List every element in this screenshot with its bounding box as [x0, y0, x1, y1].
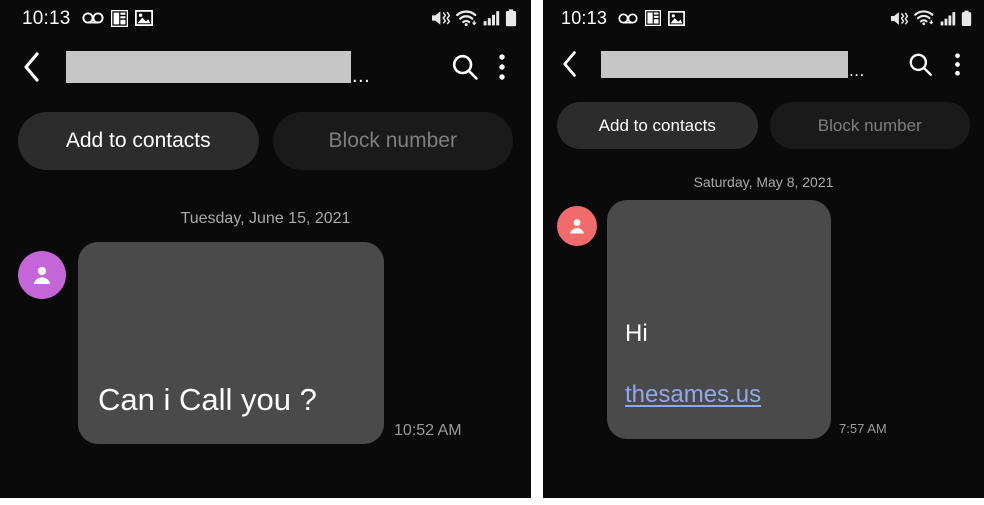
add-to-contacts-button[interactable]: Add to contacts: [18, 112, 259, 170]
office-app-icon: [645, 10, 662, 26]
phone-screenshot-left: 10:13 ... Add to contacts Block number T…: [0, 0, 531, 498]
block-number-button[interactable]: Block number: [272, 112, 513, 170]
redacted-title-bar: [66, 51, 351, 83]
overflow-menu-icon: [954, 52, 960, 76]
person-avatar-icon: [570, 219, 584, 234]
search-icon: [909, 53, 932, 76]
cellular-signal-icon: [940, 11, 956, 25]
search-button[interactable]: [898, 42, 942, 86]
status-system-icons: [889, 10, 972, 27]
message-link[interactable]: thesames.us: [625, 381, 813, 409]
office-app-icon: [110, 9, 128, 27]
status-clock: 10:13: [22, 7, 71, 29]
message-row: Hi thesames.us 7:57 AM: [557, 200, 970, 439]
message-timestamp: 10:52 AM: [394, 422, 462, 439]
redacted-title-bar: [601, 50, 848, 78]
battery-icon: [961, 10, 972, 26]
message-text: Hi: [625, 319, 648, 347]
person-avatar-icon: [33, 266, 51, 284]
cellular-signal-icon: [483, 11, 500, 26]
status-notification-icons: [618, 10, 685, 26]
battery-icon: [505, 9, 517, 27]
voicemail-icon: [81, 12, 104, 24]
conversation-toolbar: ...: [0, 36, 531, 98]
status-system-icons: [430, 9, 517, 27]
status-notification-icons: [81, 9, 153, 27]
title-truncation-ellipsis: ...: [849, 60, 865, 80]
avatar: [18, 251, 66, 299]
status-bar: 10:13: [543, 0, 984, 36]
add-to-contacts-button[interactable]: Add to contacts: [557, 102, 758, 149]
conversation-title[interactable]: ...: [66, 51, 443, 87]
date-separator: Saturday, May 8, 2021: [693, 174, 834, 190]
message-list: Saturday, May 8, 2021 Hi thesames.us 7:5…: [543, 174, 984, 439]
overflow-menu-button[interactable]: [487, 45, 517, 89]
gallery-image-icon: [668, 10, 685, 26]
back-button[interactable]: [22, 50, 52, 84]
wifi-icon: [456, 9, 477, 26]
phone-screenshot-right: 10:13 ... Add to contacts Block number S…: [543, 0, 984, 498]
contact-actions: Add to contacts Block number: [543, 92, 984, 149]
date-separator: Tuesday, June 15, 2021: [180, 210, 351, 227]
mute-vibrate-icon: [890, 11, 909, 25]
back-button[interactable]: [561, 47, 591, 81]
message-bubble-container: Can i Call you ? 10:52 AM: [78, 242, 513, 444]
block-number-button[interactable]: Block number: [769, 102, 970, 149]
message-bubble[interactable]: Hi thesames.us: [607, 200, 831, 439]
gallery-image-icon: [134, 10, 153, 26]
avatar: [557, 206, 597, 246]
search-icon: [452, 54, 478, 80]
back-chevron-icon: [24, 52, 39, 82]
contact-actions: Add to contacts Block number: [0, 98, 531, 170]
title-truncation-ellipsis: ...: [352, 65, 371, 87]
dual-screenshot-composite: 10:13 ... Add to contacts Block number T…: [0, 0, 984, 505]
panel-divider: [531, 0, 543, 505]
status-bar: 10:13: [0, 0, 531, 36]
back-chevron-icon: [563, 51, 576, 77]
voicemail-icon: [618, 12, 638, 24]
overflow-menu-button[interactable]: [942, 42, 972, 86]
wifi-icon: [914, 10, 934, 26]
message-list: Tuesday, June 15, 2021 Can i Call you ? …: [0, 210, 531, 444]
conversation-toolbar: ...: [543, 36, 984, 92]
status-clock: 10:13: [561, 8, 608, 28]
search-button[interactable]: [443, 45, 487, 89]
message-text: Can i Call you ?: [98, 382, 317, 418]
conversation-title[interactable]: ...: [601, 50, 898, 80]
overflow-menu-icon: [499, 54, 505, 80]
message-timestamp: 7:57 AM: [839, 421, 887, 436]
message-row: Can i Call you ? 10:52 AM: [18, 242, 513, 444]
message-bubble-container: Hi thesames.us 7:57 AM: [607, 200, 970, 439]
mute-vibrate-icon: [432, 11, 451, 25]
message-bubble[interactable]: Can i Call you ?: [78, 242, 384, 444]
